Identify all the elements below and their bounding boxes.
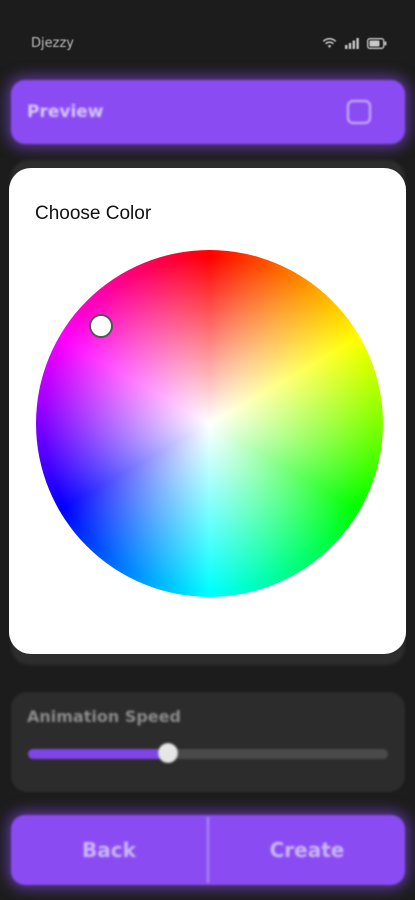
color-wheel-saturation bbox=[36, 250, 383, 597]
checkbox-square-icon[interactable] bbox=[347, 100, 371, 124]
slider-fill bbox=[28, 749, 169, 759]
animation-speed-card: Animation Speed bbox=[11, 692, 405, 792]
status-icons bbox=[322, 37, 387, 49]
color-picker-dialog: Choose Color bbox=[9, 168, 406, 654]
status-bar: Djezzy bbox=[0, 0, 415, 72]
slider-thumb[interactable] bbox=[158, 743, 179, 763]
preview-bar[interactable]: Preview bbox=[11, 80, 405, 144]
color-wheel[interactable] bbox=[36, 250, 383, 597]
app-screen: Djezzy Preview Choose Color Animation Sp… bbox=[0, 0, 415, 900]
back-button[interactable]: Back bbox=[11, 815, 207, 885]
bottom-button-bar: Back Create bbox=[11, 815, 405, 885]
animation-speed-slider[interactable] bbox=[28, 743, 388, 763]
carrier-name: Djezzy bbox=[31, 36, 74, 51]
wifi-icon bbox=[322, 37, 337, 48]
signal-icon bbox=[345, 37, 359, 49]
animation-speed-label: Animation Speed bbox=[27, 707, 181, 726]
battery-icon bbox=[367, 37, 387, 49]
dialog-title: Choose Color bbox=[35, 203, 152, 224]
color-wheel-thumb[interactable] bbox=[89, 314, 113, 338]
preview-label: Preview bbox=[27, 102, 104, 122]
create-button[interactable]: Create bbox=[209, 815, 405, 885]
